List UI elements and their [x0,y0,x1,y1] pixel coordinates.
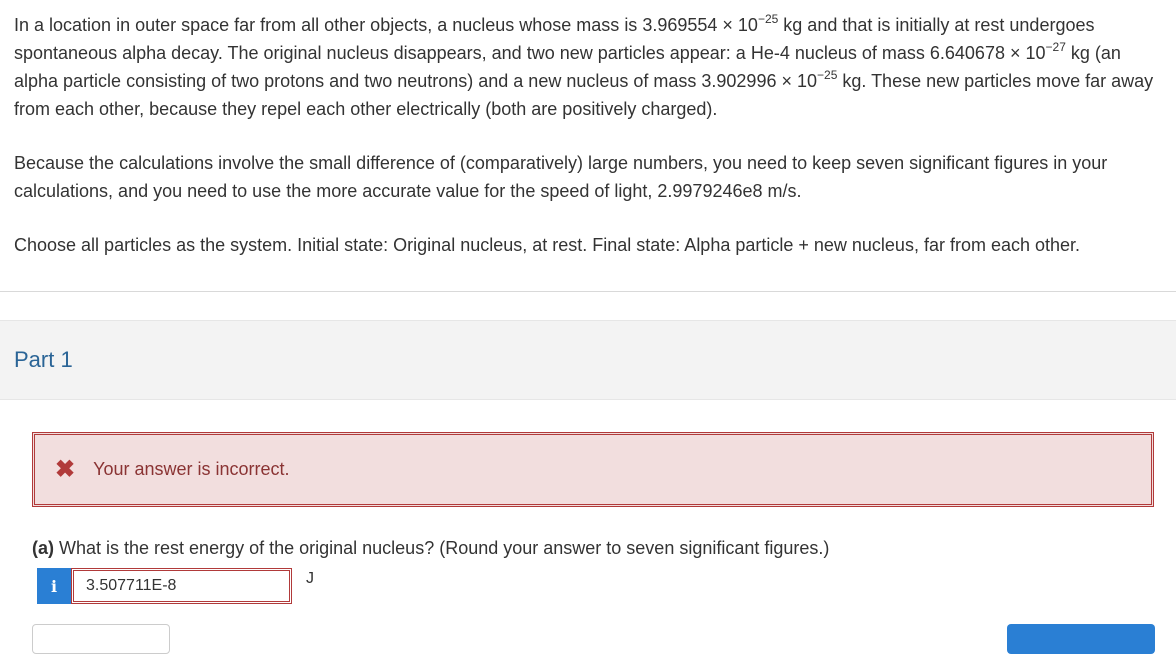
exponent: −25 [757,12,779,26]
question-text: What is the rest energy of the original … [54,538,830,558]
exponent: −27 [1045,40,1066,54]
question-a: (a) What is the rest energy of the origi… [32,538,829,559]
close-icon: ✖ [55,456,76,483]
info-icon[interactable]: i [37,568,71,604]
problem-paragraph-1: In a location in outer space far from al… [14,11,1162,123]
feedback-incorrect-banner: ✖ Your answer is incorrect. [32,432,1154,507]
problem-statement: In a location in outer space far from al… [0,0,1176,259]
answer-unit: J [306,570,314,587]
problem-paragraph-3: Choose all particles as the system. Init… [14,235,1081,255]
divider [0,291,1176,292]
part-title: Part 1 [14,347,73,372]
question-label: (a) [32,538,54,558]
answer-row: i 3.507711E-8 J [37,568,314,604]
secondary-button[interactable] [32,624,170,654]
feedback-message: Your answer is incorrect. [93,459,290,479]
problem-text: In a location in outer space far from al… [14,15,758,35]
problem-paragraph-2: Because the calculations involve the sma… [14,153,1108,201]
part-header: Part 1 [0,320,1176,400]
answer-input[interactable]: 3.507711E-8 [71,568,292,604]
primary-button[interactable] [1007,624,1155,654]
exponent: −25 [817,68,838,82]
